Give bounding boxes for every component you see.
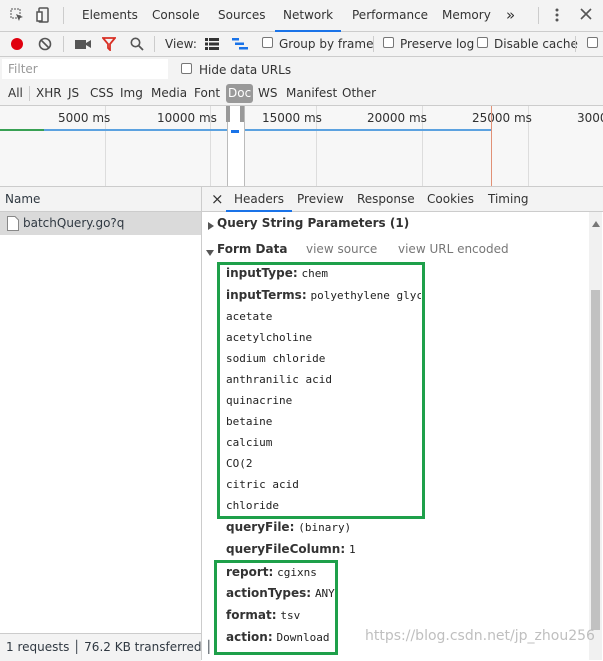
type-filter-css[interactable]: CSS [90, 82, 114, 105]
tab-response[interactable]: Response [357, 187, 415, 211]
view-source-link[interactable]: view source [306, 242, 377, 256]
type-filter-all[interactable]: All [8, 82, 23, 105]
type-filter-media[interactable]: Media [151, 82, 187, 105]
selection-blue-marker [231, 130, 239, 133]
disable-cache-checkbox[interactable] [477, 37, 488, 48]
highlight-box-report-action [214, 560, 338, 655]
device-toolbar-icon[interactable] [36, 7, 52, 26]
details-tab-bar: × Headers Preview Response Cookies Timin… [202, 187, 603, 212]
request-name: batchQuery.go?q [23, 216, 125, 230]
tab-cookies[interactable]: Cookies [427, 187, 474, 211]
preserve-log-label: Preserve log [400, 37, 475, 51]
expand-arrow-icon[interactable] [207, 219, 215, 233]
tab-headers[interactable]: Headers [226, 187, 292, 212]
offline-checkbox[interactable] [587, 37, 598, 48]
document-icon [7, 216, 19, 234]
selection-right-handle[interactable] [240, 106, 244, 122]
name-header-label: Name [5, 192, 41, 206]
resource-type-filter-bar: All XHR JS CSS Img Media Font Doc WS Man… [0, 82, 603, 106]
hide-data-urls-label: Hide data URLs [199, 63, 292, 77]
type-filter-other[interactable]: Other [342, 82, 376, 105]
network-status-bar: 1 requests │ 76.2 KB transferred │ [0, 633, 213, 661]
filter-row: Hide data URLs [0, 57, 603, 82]
type-filter-js[interactable]: JS [68, 82, 79, 105]
preserve-log-checkbox[interactable] [383, 37, 394, 48]
screenshot-icon[interactable] [75, 38, 91, 53]
details-scrollbar-thumb[interactable] [591, 290, 600, 630]
list-view-icon[interactable] [205, 38, 219, 53]
type-filter-manifest[interactable]: Manifest [286, 82, 337, 105]
type-filter-doc[interactable]: Doc [226, 84, 254, 103]
form-data-section-title[interactable]: Form Data [217, 242, 287, 256]
highlight-box-input-terms [217, 262, 425, 519]
more-tabs-button[interactable]: » [506, 0, 515, 31]
tab-performance[interactable]: Performance [352, 0, 428, 31]
filter-icon[interactable] [101, 37, 117, 54]
type-filter-font[interactable]: Font [194, 82, 220, 105]
tab-timing[interactable]: Timing [488, 187, 529, 211]
devtools-tab-bar: Elements Console Sources Network Perform… [0, 0, 603, 32]
query-string-section-title[interactable]: Query String Parameters (1) [217, 216, 409, 230]
tab-sources[interactable]: Sources [218, 0, 265, 31]
scroll-up-arrow-icon[interactable] [592, 216, 600, 230]
search-icon[interactable] [130, 37, 144, 54]
watermark-text: https://blog.csdn.net/jp_zhou256 [365, 628, 595, 644]
selection-left-handle[interactable] [226, 106, 230, 122]
form-field-key: queryFileColumn: [226, 542, 346, 556]
tab-elements[interactable]: Elements [82, 0, 138, 31]
collapse-arrow-icon[interactable] [206, 246, 214, 260]
more-options-icon[interactable] [555, 8, 559, 25]
form-field-value: (binary) [298, 521, 352, 534]
filter-input[interactable] [2, 59, 168, 79]
waterfall-view-icon[interactable] [232, 38, 248, 53]
request-row[interactable]: batchQuery.go?q [0, 212, 201, 235]
inspect-element-icon[interactable] [10, 8, 24, 25]
close-details-button[interactable]: × [211, 187, 224, 211]
tab-preview[interactable]: Preview [297, 187, 344, 211]
type-filter-xhr[interactable]: XHR [36, 82, 62, 105]
form-field-row: queryFileColumn: 1 [226, 539, 356, 560]
timeline-selection-shade-left [0, 106, 227, 186]
disable-cache-label: Disable cache [494, 37, 578, 51]
timeline-selection-shade-right [244, 106, 603, 186]
network-overview-timeline[interactable]: 5000 ms 10000 ms 15000 ms 20000 ms 25000… [0, 106, 603, 187]
name-column-header[interactable]: Name [0, 187, 201, 212]
group-by-frame-label: Group by frame [279, 37, 374, 51]
type-filter-img[interactable]: Img [120, 82, 143, 105]
network-toolbar: View: Group by frame Preserve log Disabl… [0, 32, 603, 57]
status-summary: 1 requests │ 76.2 KB transferred │ [6, 640, 213, 654]
tab-memory[interactable]: Memory [442, 0, 491, 31]
form-field-key: queryFile: [226, 520, 295, 534]
form-field-row: queryFile: (binary) [226, 517, 351, 538]
group-by-frame-checkbox[interactable] [262, 37, 273, 48]
tab-console[interactable]: Console [152, 0, 200, 31]
clear-icon[interactable] [38, 37, 52, 54]
record-icon[interactable] [10, 37, 24, 54]
view-label: View: [165, 37, 197, 51]
form-field-value: 1 [348, 543, 356, 556]
request-list: Name batchQuery.go?q 1 requests │ 76.2 K… [0, 187, 213, 661]
type-filter-ws[interactable]: WS [258, 82, 277, 105]
tab-network[interactable]: Network [274, 0, 342, 32]
close-devtools-icon[interactable] [580, 8, 592, 23]
hide-data-urls-checkbox[interactable] [181, 63, 192, 74]
view-url-encoded-link[interactable]: view URL encoded [398, 242, 509, 256]
